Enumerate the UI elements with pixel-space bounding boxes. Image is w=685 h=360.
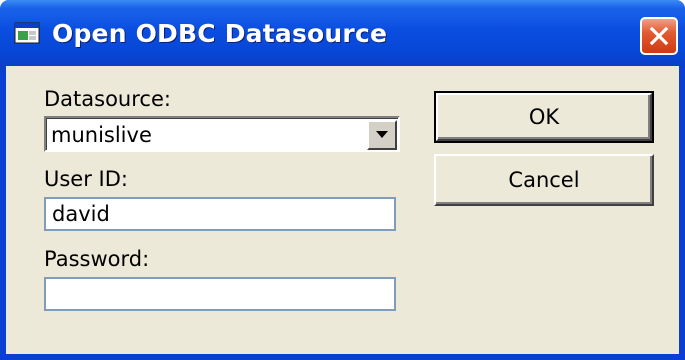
datasource-combobox[interactable]: munislive bbox=[44, 116, 400, 152]
chevron-down-icon bbox=[376, 131, 388, 138]
title-bar[interactable]: Open ODBC Datasource bbox=[0, 0, 685, 66]
userid-field[interactable] bbox=[44, 197, 396, 231]
userid-label: User ID: bbox=[44, 167, 128, 191]
odbc-window-icon bbox=[14, 22, 40, 44]
password-label: Password: bbox=[44, 247, 150, 271]
dialog-client-area: Datasource: munislive User ID: Password:… bbox=[6, 66, 679, 354]
close-icon bbox=[649, 26, 669, 46]
datasource-label: Datasource: bbox=[44, 87, 171, 111]
userid-input[interactable] bbox=[46, 199, 394, 229]
cancel-button-label: Cancel bbox=[508, 168, 580, 192]
ok-button-label: OK bbox=[528, 105, 560, 129]
cancel-button[interactable]: Cancel bbox=[434, 154, 654, 206]
window-title: Open ODBC Datasource bbox=[52, 19, 388, 48]
password-field[interactable] bbox=[44, 277, 396, 311]
close-button[interactable] bbox=[640, 17, 678, 55]
datasource-dropdown-button[interactable] bbox=[367, 120, 397, 150]
ok-button[interactable]: OK bbox=[434, 91, 654, 143]
password-input[interactable] bbox=[46, 279, 394, 309]
datasource-value: munislive bbox=[51, 123, 152, 147]
dialog-window: Open ODBC Datasource Datasource: munisli… bbox=[0, 0, 685, 360]
